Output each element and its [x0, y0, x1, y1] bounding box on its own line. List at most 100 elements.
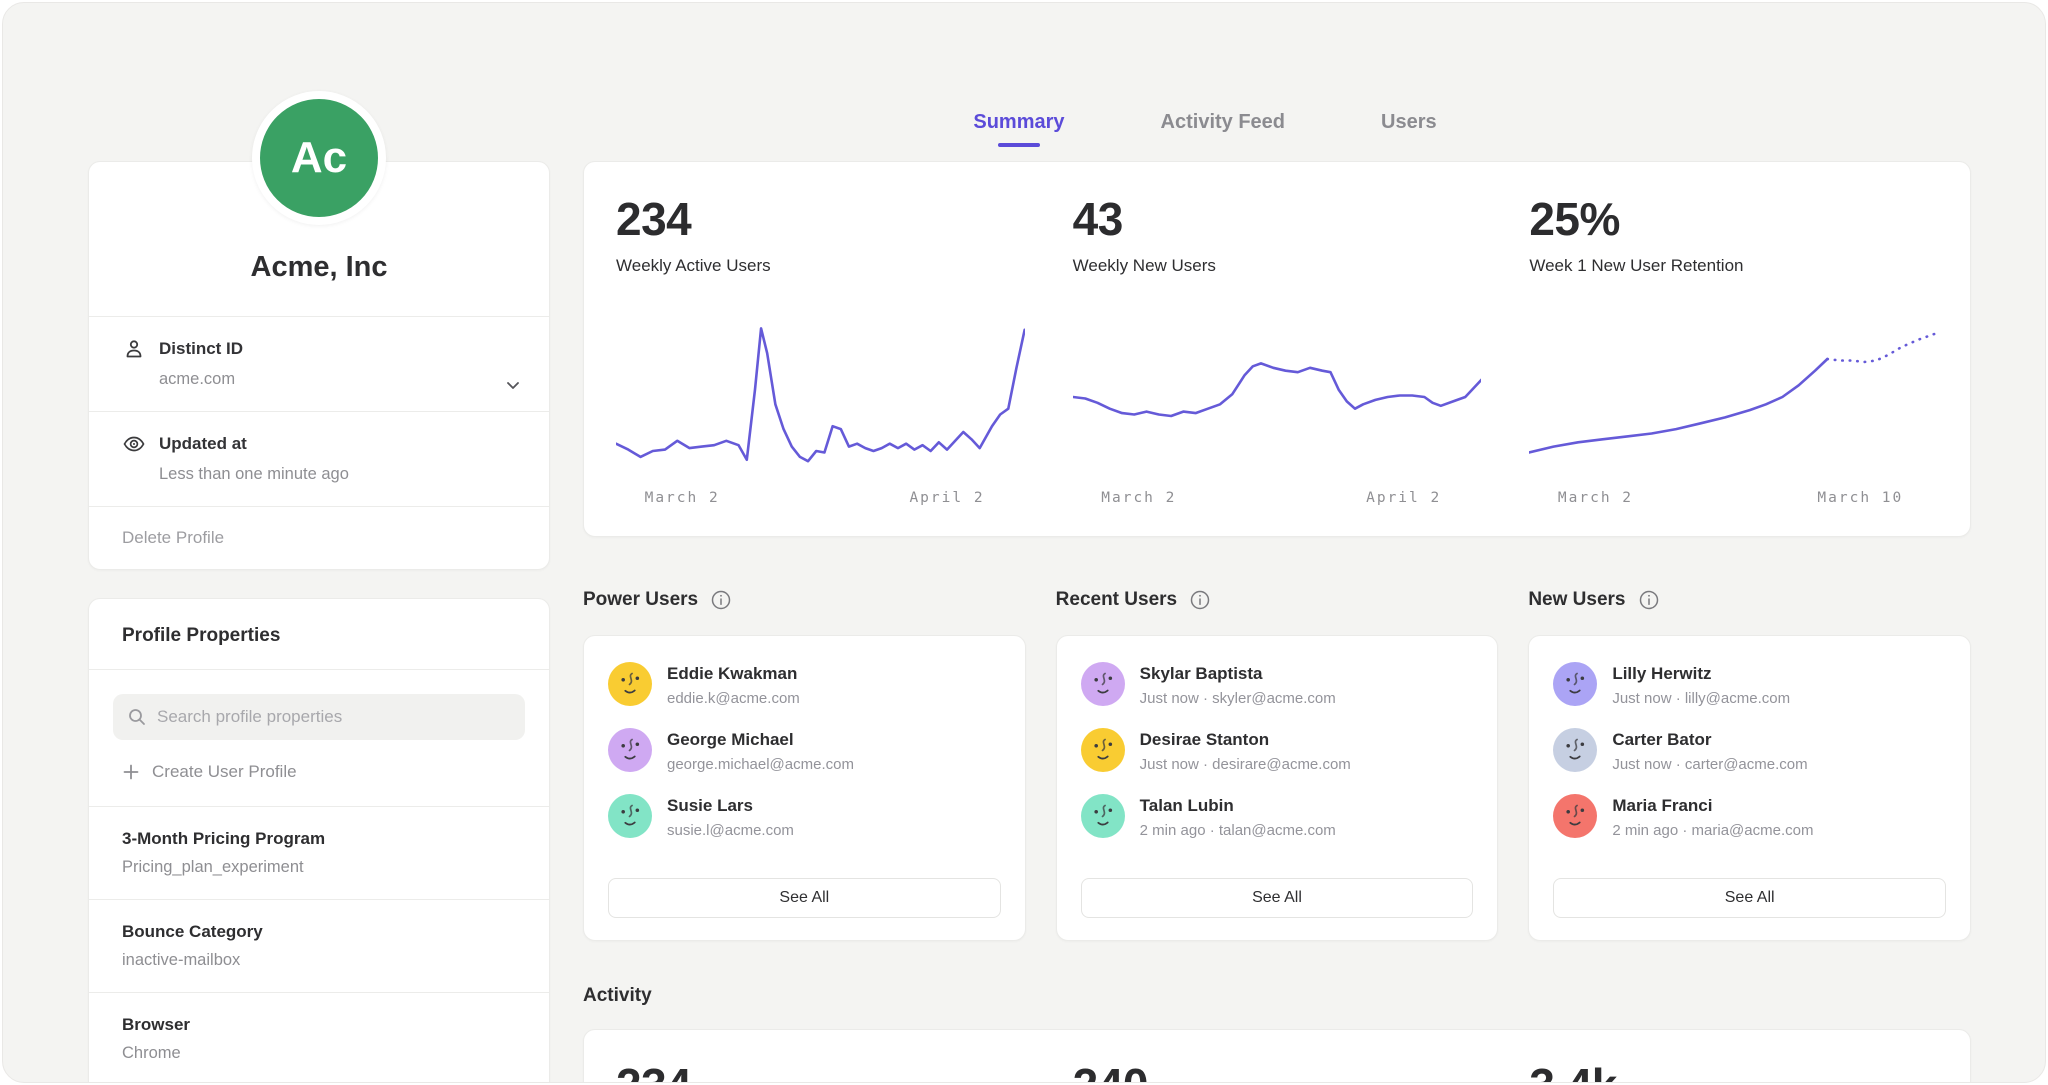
activity-stat: 234 [616, 1058, 1025, 1083]
distinct-id-row[interactable]: Distinct ID acme.com [89, 317, 549, 411]
user-avatar [608, 728, 652, 772]
person-icon [122, 337, 146, 361]
user-name: Carter Bator [1612, 728, 1807, 750]
face-icon [608, 794, 652, 838]
recent-users-card: Skylar Baptista Just now · skyler@acme.c… [1056, 635, 1499, 941]
user-meta: Just now · skyler@acme.com [1140, 690, 1336, 707]
property-name: 3-Month Pricing Program [122, 829, 525, 849]
profile-properties-card: Profile Properties Create User Pro [88, 598, 550, 1083]
company-avatar-initials: Ac [252, 91, 386, 225]
property-row[interactable]: Browser Chrome [89, 992, 549, 1083]
user-list-item[interactable]: Eddie Kwakman eddie.k@acme.com [608, 662, 1001, 707]
user-list-item[interactable]: Susie Lars susie.l@acme.com [608, 794, 1001, 839]
user-list-item[interactable]: Carter Bator Just now · carter@acme.com [1553, 728, 1946, 773]
updated-at-value: Less than one minute ago [159, 465, 525, 484]
profile-properties-search[interactable] [113, 694, 525, 740]
create-user-profile-button[interactable]: Create User Profile [122, 762, 525, 782]
stat-weekly-active-users: 234 Weekly Active Users March 2 April 2 [616, 192, 1025, 536]
summary-stats-card: 234 Weekly Active Users March 2 April 2 … [583, 161, 1971, 537]
power-users-section: Power Users [583, 585, 1026, 941]
user-avatar [608, 794, 652, 838]
face-icon [608, 728, 652, 772]
stat-label: Weekly New Users [1073, 256, 1482, 276]
search-icon [127, 707, 147, 727]
user-list-item[interactable]: Maria Franci 2 min ago · maria@acme.com [1553, 794, 1946, 839]
x-axis-labels: March 2 April 2 [1073, 490, 1482, 510]
stat-label: Week 1 New User Retention [1529, 256, 1938, 276]
property-value: Chrome [122, 1044, 525, 1063]
main-content: Summary Activity Feed Users 234 Weekly A… [583, 3, 1971, 1083]
user-list-item[interactable]: Lilly Herwitz Just now · lilly@acme.com [1553, 662, 1946, 707]
activity-card: 234 240 3.4k [583, 1029, 1971, 1083]
user-name: George Michael [667, 728, 854, 750]
eye-icon [122, 432, 146, 456]
profile-properties-title: Profile Properties [89, 599, 549, 669]
updated-at-row: Updated at Less than one minute ago [89, 412, 549, 506]
search-input[interactable] [157, 707, 511, 727]
user-avatar [1553, 662, 1597, 706]
new-users-card: Lilly Herwitz Just now · lilly@acme.com … [1528, 635, 1971, 941]
user-meta: Just now · lilly@acme.com [1612, 690, 1790, 707]
stat-value: 234 [616, 192, 1025, 246]
user-name: Lilly Herwitz [1612, 662, 1790, 684]
tab-activity-feed[interactable]: Activity Feed [1161, 111, 1285, 147]
face-icon [1081, 728, 1125, 772]
user-meta: eddie.k@acme.com [667, 690, 800, 707]
face-icon [1081, 662, 1125, 706]
user-list-item[interactable]: Skylar Baptista Just now · skyler@acme.c… [1081, 662, 1474, 707]
info-icon[interactable] [1189, 589, 1211, 611]
activity-stat: 3.4k [1529, 1058, 1938, 1083]
user-sections: Power Users [583, 585, 1971, 941]
property-value: Pricing_plan_experiment [122, 858, 525, 877]
user-meta: 2 min ago · maria@acme.com [1612, 822, 1813, 839]
face-icon [1553, 662, 1597, 706]
activity-title: Activity [583, 985, 1971, 1009]
user-name: Talan Lubin [1140, 794, 1336, 816]
stat-value: 43 [1073, 192, 1482, 246]
divider [89, 669, 549, 670]
stat-week1-retention: 25% Week 1 New User Retention March 2 Ma… [1529, 192, 1938, 536]
user-avatar [1081, 794, 1125, 838]
user-list: Lilly Herwitz Just now · lilly@acme.com … [1553, 662, 1946, 860]
tab-summary[interactable]: Summary [973, 111, 1064, 147]
user-avatar [1553, 794, 1597, 838]
app-window: Ac Acme, Inc Distinct ID acme.com [2, 2, 2046, 1083]
distinct-id-label: Distinct ID [159, 339, 243, 359]
x-axis-labels: March 2 March 10 [1529, 490, 1938, 510]
see-all-button[interactable]: See All [608, 878, 1001, 918]
property-name: Browser [122, 1015, 525, 1035]
user-name: Skylar Baptista [1140, 662, 1336, 684]
see-all-button[interactable]: See All [1081, 878, 1474, 918]
info-icon[interactable] [710, 589, 732, 611]
power-users-card: Eddie Kwakman eddie.k@acme.com George Mi… [583, 635, 1026, 941]
user-meta: susie.l@acme.com [667, 822, 794, 839]
face-icon [1553, 728, 1597, 772]
chevron-down-icon[interactable] [503, 375, 523, 395]
retention-sparkline [1529, 318, 1938, 476]
tab-users[interactable]: Users [1381, 111, 1437, 147]
user-list-item[interactable]: George Michael george.michael@acme.com [608, 728, 1001, 773]
user-list: Eddie Kwakman eddie.k@acme.com George Mi… [608, 662, 1001, 860]
stat-weekly-new-users: 43 Weekly New Users March 2 April 2 [1073, 192, 1482, 536]
user-meta: Just now · desirare@acme.com [1140, 756, 1351, 773]
user-meta: Just now · carter@acme.com [1612, 756, 1807, 773]
user-name: Desirae Stanton [1140, 728, 1351, 750]
plus-icon [122, 763, 140, 781]
face-icon [608, 662, 652, 706]
activity-stat: 240 [1073, 1058, 1482, 1083]
recent-users-title: Recent Users [1056, 589, 1177, 611]
new-users-section: New Users [1528, 585, 1971, 941]
profile-properties-list: 3-Month Pricing Program Pricing_plan_exp… [89, 807, 549, 1083]
property-value: inactive-mailbox [122, 951, 525, 970]
property-row[interactable]: 3-Month Pricing Program Pricing_plan_exp… [89, 807, 549, 899]
delete-profile-button[interactable]: Delete Profile [89, 507, 549, 569]
user-list-item[interactable]: Desirae Stanton Just now · desirare@acme… [1081, 728, 1474, 773]
info-icon[interactable] [1638, 589, 1660, 611]
user-name: Maria Franci [1612, 794, 1813, 816]
user-list-item[interactable]: Talan Lubin 2 min ago · talan@acme.com [1081, 794, 1474, 839]
user-name: Susie Lars [667, 794, 794, 816]
property-row[interactable]: Bounce Category inactive-mailbox [89, 899, 549, 992]
user-avatar [1081, 728, 1125, 772]
new-users-title: New Users [1528, 589, 1625, 611]
see-all-button[interactable]: See All [1553, 878, 1946, 918]
